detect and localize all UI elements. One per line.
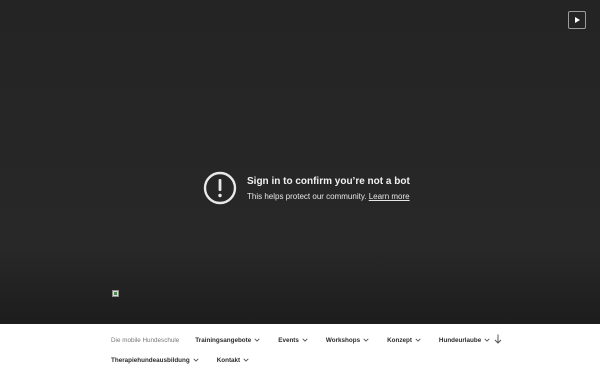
nav-item-home[interactable]: Die mobile Hundeschule — [111, 337, 179, 344]
nav-item-events[interactable]: Events — [278, 337, 310, 344]
learn-more-link[interactable]: Learn more — [369, 192, 410, 201]
video-bottom-shade — [0, 245, 600, 324]
nav-item-label: Trainingsangebote — [195, 336, 252, 344]
bot-check-notice: Sign in to confirm you’re not a bot This… — [203, 171, 410, 205]
nav-item-label: Hundeurlaube — [438, 336, 482, 344]
nav-item-workshops[interactable]: Workshops — [326, 337, 371, 344]
video-embed: Sign in to confirm you’re not a bot This… — [0, 0, 600, 324]
exclamation-circle-icon — [203, 171, 237, 205]
nav-item-konzept[interactable]: Konzept — [387, 337, 423, 344]
notice-message-text: This helps protect our community. — [247, 191, 367, 201]
nav-row-2: Therapiehundeausbildung Kontakt — [111, 354, 267, 366]
arrow-down-icon[interactable] — [493, 333, 503, 345]
chevron-down-icon — [484, 338, 492, 342]
nav-item-label: Kontakt — [216, 356, 241, 364]
nav-item-hundeurlaube[interactable]: Hundeurlaube — [439, 337, 492, 344]
chevron-down-icon — [302, 338, 310, 342]
chevron-down-icon — [243, 358, 251, 362]
broken-image-icon — [112, 290, 119, 297]
chevron-down-icon — [254, 338, 262, 342]
nav-item-label: Workshops — [325, 336, 361, 344]
nav-item-label: Therapiehundeausbildung — [111, 356, 190, 364]
nav-item-label: Events — [278, 336, 299, 344]
play-button[interactable] — [568, 11, 586, 29]
nav-item-trainingsangebote[interactable]: Trainingsangebote — [195, 337, 262, 344]
nav-item-label: Konzept — [387, 336, 412, 344]
chevron-down-icon — [363, 338, 371, 342]
chevron-down-icon — [415, 338, 423, 342]
chevron-down-icon — [193, 358, 201, 362]
nav-item-kontakt[interactable]: Kontakt — [217, 357, 251, 364]
notice-message: This helps protect our community. Learn … — [247, 191, 410, 202]
notice-title: Sign in to confirm you’re not a bot — [247, 175, 410, 187]
nav-row-1: Die mobile Hundeschule Trainingsangebote… — [111, 334, 508, 346]
main-navigation — [0, 324, 600, 375]
nav-item-therapiehundeausbildung[interactable]: Therapiehundeausbildung — [111, 357, 201, 364]
play-icon — [573, 16, 581, 24]
